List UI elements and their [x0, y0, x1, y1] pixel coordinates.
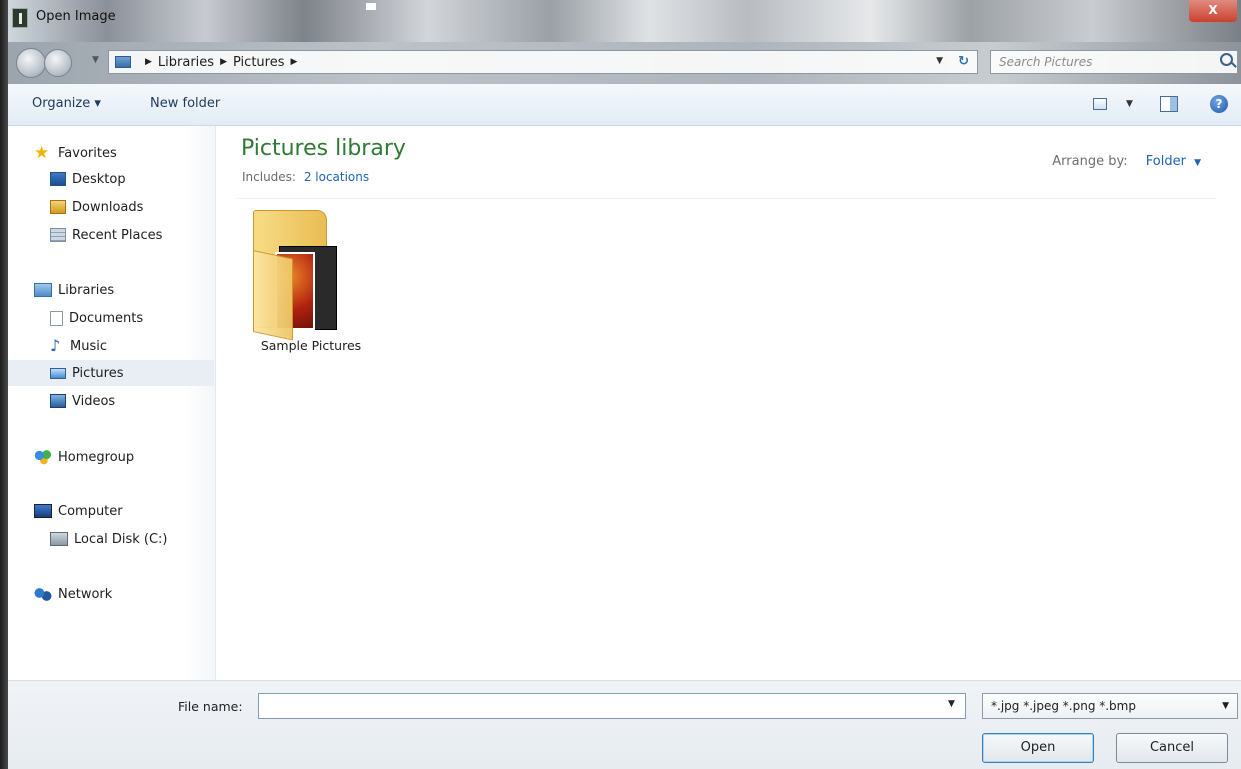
nav-item-documents[interactable]: Documents — [8, 305, 214, 331]
close-button[interactable]: X — [1189, 0, 1237, 22]
open-button[interactable]: Open — [982, 733, 1094, 763]
folder-item-sample-pictures[interactable]: Sample Pictures — [243, 206, 373, 366]
nav-label: Local Disk (C:) — [74, 531, 168, 547]
library-title: Pictures library — [241, 136, 406, 161]
nav-item-downloads[interactable]: Downloads — [8, 194, 214, 220]
file-name-label: File name: — [178, 699, 243, 714]
nav-label: Pictures — [72, 365, 124, 381]
app-icon — [12, 8, 28, 28]
libraries-icon — [34, 283, 52, 297]
file-name-history-chevron-down-icon[interactable]: ▼ — [948, 699, 955, 709]
nav-label: Libraries — [58, 282, 115, 298]
computer-icon — [34, 504, 52, 518]
nav-label: Desktop — [72, 171, 126, 187]
nav-item-music[interactable]: ♪ Music — [8, 333, 214, 359]
nav-label: Documents — [69, 310, 144, 326]
desktop-icon — [50, 172, 66, 186]
window-left-border — [0, 0, 8, 769]
nav-item-desktop[interactable]: Desktop — [8, 166, 214, 192]
title-bar-artifact — [366, 3, 376, 10]
documents-icon — [50, 310, 63, 326]
nav-item-favorites[interactable]: ★ Favorites — [8, 140, 214, 166]
nav-label: Recent Places — [72, 227, 163, 243]
arrange-by-dropdown[interactable]: Folder — [1146, 154, 1186, 169]
folder-label: Sample Pictures — [260, 338, 362, 353]
nav-label: Network — [58, 586, 113, 602]
file-name-bar: File name: ▼ *.jpg *.jpeg *.png *.bmp ▼ … — [8, 680, 1241, 769]
nav-item-libraries[interactable]: Libraries — [8, 277, 214, 303]
nav-item-local-disk[interactable]: Local Disk (C:) — [8, 526, 214, 552]
cancel-button[interactable]: Cancel — [1116, 733, 1228, 763]
forward-button[interactable] — [44, 49, 72, 77]
local-disk-icon — [50, 532, 68, 546]
navigation-pane: ★ Favorites Desktop Downloads Recent Pla… — [8, 126, 216, 680]
view-options-chevron-down-icon[interactable]: ▼ — [1126, 99, 1133, 119]
file-name-input[interactable] — [258, 693, 966, 719]
network-icon — [34, 586, 52, 602]
search-icon[interactable] — [1220, 53, 1233, 66]
arrange-by-label: Arrange by: — [1052, 154, 1128, 169]
pictures-library-icon — [115, 56, 131, 68]
nav-item-recent-places[interactable]: Recent Places — [8, 222, 214, 248]
downloads-icon — [50, 200, 66, 214]
nav-label: Computer — [58, 503, 123, 519]
address-bar[interactable]: ▶ Libraries ▶ Pictures ▶ ▼ ↻ — [108, 50, 978, 74]
file-type-filter[interactable]: *.jpg *.jpeg *.png *.bmp ▼ — [982, 693, 1238, 719]
nav-item-homegroup[interactable]: Homegroup — [8, 444, 214, 470]
new-folder-button[interactable]: New folder — [150, 96, 220, 111]
breadcrumb-chevron-icon[interactable]: ▶ — [220, 57, 227, 67]
nav-item-network[interactable]: Network — [8, 581, 214, 607]
back-button[interactable] — [16, 48, 46, 78]
file-type-chevron-down-icon[interactable]: ▼ — [1222, 694, 1229, 718]
nav-label: Videos — [72, 393, 116, 409]
music-icon: ♪ — [50, 336, 61, 355]
arrange-by-chevron-down-icon[interactable]: ▼ — [1194, 158, 1201, 168]
change-view-icon[interactable] — [1093, 98, 1107, 110]
preview-pane-icon[interactable] — [1160, 96, 1178, 112]
open-image-dialog: Open Image X ▼ ▶ Libraries ▶ Pictures ▶ … — [0, 0, 1241, 769]
breadcrumb-pictures[interactable]: Pictures — [233, 55, 284, 70]
search-input[interactable]: Search Pictures — [990, 50, 1238, 74]
refresh-icon[interactable]: ↻ — [958, 54, 969, 69]
nav-item-computer[interactable]: Computer — [8, 498, 214, 524]
file-type-filter-value: *.jpg *.jpeg *.png *.bmp — [991, 699, 1136, 713]
nav-item-videos[interactable]: Videos — [8, 388, 214, 414]
nav-label: Favorites — [58, 145, 117, 161]
breadcrumb-chevron-icon[interactable]: ▶ — [145, 57, 152, 67]
nav-label: Homegroup — [58, 449, 135, 465]
search-placeholder: Search Pictures — [999, 55, 1093, 69]
videos-icon — [50, 394, 66, 408]
star-icon: ★ — [34, 143, 50, 163]
recent-places-icon — [50, 228, 66, 242]
command-toolbar: Organize ▾ New folder ▼ ? — [8, 84, 1241, 126]
library-locations-link[interactable]: 2 locations — [304, 170, 369, 184]
address-history-chevron-down-icon[interactable]: ▼ — [936, 56, 943, 66]
homegroup-icon — [34, 449, 52, 465]
nav-item-pictures[interactable]: Pictures — [8, 360, 214, 386]
title-bar[interactable]: Open Image X — [8, 0, 1241, 42]
nav-label: Music — [70, 338, 107, 354]
window-title: Open Image — [36, 9, 116, 24]
help-icon[interactable]: ? — [1210, 95, 1228, 113]
content-divider — [237, 198, 1217, 199]
file-list-pane[interactable]: Pictures library Includes: 2 locations A… — [217, 126, 1241, 680]
includes-label: Includes: — [242, 170, 296, 184]
breadcrumb-chevron-icon[interactable]: ▶ — [290, 57, 297, 67]
pictures-icon — [50, 367, 66, 379]
folder-front-flap — [253, 250, 293, 341]
nav-label: Downloads — [72, 199, 144, 215]
organize-menu[interactable]: Organize ▾ — [32, 96, 101, 111]
breadcrumb-libraries[interactable]: Libraries — [158, 55, 214, 70]
address-row: ▼ ▶ Libraries ▶ Pictures ▶ ▼ ↻ Search Pi… — [8, 42, 1241, 84]
recent-pages-chevron-down-icon[interactable]: ▼ — [92, 55, 99, 65]
arrange-by: Arrange by: Folder ▼ — [1052, 154, 1201, 169]
library-includes: Includes: 2 locations — [242, 170, 369, 184]
